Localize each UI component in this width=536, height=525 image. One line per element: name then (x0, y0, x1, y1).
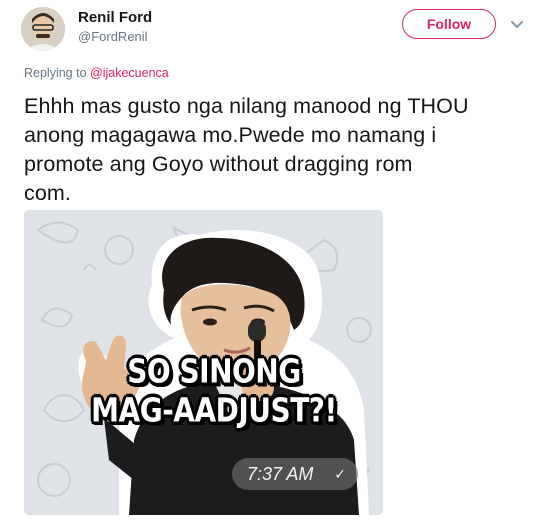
tweet-media-image[interactable]: SO SINONG MAG-AADJUST?! 7:37 AM ✓ (24, 210, 383, 515)
reply-mention-link[interactable]: @ijakecuenca (90, 66, 169, 80)
avatar[interactable] (21, 7, 65, 51)
tweet-text: Ehhh mas gusto nga nilang manood ng THOU… (24, 94, 469, 205)
follow-button[interactable]: Follow (402, 9, 496, 39)
user-avatar-icon (21, 7, 65, 51)
check-icon: ✓ (334, 466, 346, 482)
reply-context: Replying to @ijakecuenca (24, 66, 169, 80)
chat-time: 7:37 AM (247, 464, 314, 484)
meme-caption-line-2: MAG-AADJUST?! (91, 391, 337, 430)
display-name[interactable]: Renil Ford (78, 9, 152, 26)
meme-caption-line-1: SO SINONG (127, 352, 301, 391)
chat-time-bubble: 7:37 AM ✓ (232, 458, 358, 490)
user-handle[interactable]: @FordRenil (78, 29, 148, 44)
chevron-down-icon[interactable] (510, 18, 524, 30)
meme-caption: SO SINONG MAG-AADJUST?! (84, 352, 344, 430)
reply-prefix: Replying to (24, 66, 91, 80)
